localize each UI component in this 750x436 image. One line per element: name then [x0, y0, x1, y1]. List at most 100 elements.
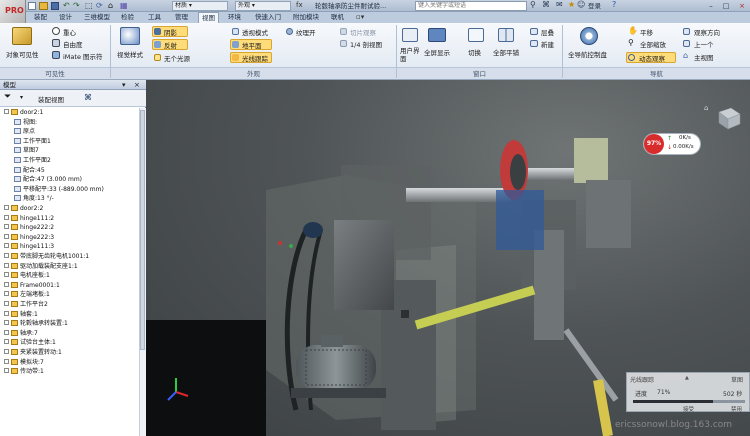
maximize-button[interactable]: □	[720, 1, 732, 11]
lighting-icon[interactable]	[154, 54, 161, 61]
cascade-icon[interactable]	[530, 28, 538, 35]
view-dropdown-arrow-icon[interactable]: ▾	[20, 94, 23, 101]
tab-online[interactable]: 联机	[328, 12, 347, 23]
expand-icon[interactable]	[4, 233, 9, 239]
viewcube-home-icon[interactable]: ⌂	[704, 104, 708, 112]
tree-node[interactable]: 角度:13 °/-	[14, 194, 54, 203]
tree-node[interactable]: 草图7	[14, 146, 39, 155]
pan-button[interactable]: 平移	[640, 27, 653, 37]
object-visibility-button[interactable]: 对象可见性	[6, 49, 39, 59]
ribbon-minimize-icon[interactable]: ▫▾	[356, 13, 364, 21]
quarter-section-icon[interactable]	[340, 40, 347, 47]
tree-node[interactable]: 传动带:1	[4, 367, 44, 376]
tree-node[interactable]: 左端堵板:1	[4, 290, 50, 299]
zoom-all-icon[interactable]: ⚲	[628, 39, 634, 47]
find-binoculars-icon[interactable]: ⌘	[84, 93, 92, 102]
quarter-section-button[interactable]: 1/4 剖视图	[350, 39, 382, 49]
half-section-icon[interactable]	[340, 28, 347, 35]
expand-icon[interactable]	[4, 109, 9, 114]
user-icon[interactable]: ☺	[577, 0, 585, 9]
tree-node[interactable]: hinge222:3	[4, 233, 54, 242]
browser-scroll-thumb[interactable]	[140, 110, 145, 350]
expand-icon[interactable]	[4, 349, 9, 354]
imate-glyph-toggle[interactable]: iMate 图示符	[63, 51, 103, 61]
communication-center-icon[interactable]: ✉	[556, 0, 563, 9]
switch-window-icon[interactable]	[468, 28, 484, 42]
previous-view-button[interactable]: 上一个	[694, 39, 714, 49]
fx-icon[interactable]: fx	[296, 1, 303, 9]
zoom-all-button[interactable]: 全部缩放	[640, 39, 666, 49]
expand-icon[interactable]	[4, 281, 9, 287]
tab-3d-model[interactable]: 三维模型	[81, 12, 113, 23]
expand-icon[interactable]	[4, 310, 9, 316]
update-icon[interactable]: ⟳	[96, 1, 103, 10]
sign-in-link[interactable]: 登录	[588, 0, 601, 12]
expand-icon[interactable]	[4, 339, 9, 345]
center-of-gravity-icon[interactable]	[52, 27, 60, 35]
browser-menu-icon[interactable]: ▾	[122, 80, 126, 90]
tree-node[interactable]: 平移配平:33 (-889.000 mm)	[14, 185, 104, 194]
look-at-icon[interactable]	[683, 28, 690, 35]
imate-icon[interactable]	[52, 51, 60, 59]
perspective-mode-dropdown[interactable]: 透视模式	[242, 27, 268, 37]
close-button[interactable]: ×	[736, 1, 748, 11]
material-dropdown[interactable]: 材质 ▾	[172, 1, 228, 11]
progress-mode[interactable]: 草图	[731, 375, 743, 384]
dof-toggle[interactable]: 自由度	[63, 39, 83, 49]
previous-view-icon[interactable]	[683, 40, 690, 47]
select-icon[interactable]: ⬚	[85, 1, 93, 10]
new-icon[interactable]	[28, 2, 36, 10]
home-view-button[interactable]: 主视图	[694, 52, 714, 62]
binoculars-icon[interactable]: ⌘	[542, 0, 550, 9]
new-window-button[interactable]: 新建	[541, 39, 554, 49]
cascade-button[interactable]: 层叠	[541, 27, 554, 37]
disable-button[interactable]: 禁用	[731, 405, 742, 413]
visual-style-button[interactable]: 视觉样式	[117, 49, 143, 59]
object-visibility-icon[interactable]	[12, 27, 32, 45]
tab-tools[interactable]: 工具	[145, 12, 164, 23]
accept-button[interactable]: 接受	[683, 405, 694, 413]
favorites-icon[interactable]: ★	[568, 0, 575, 9]
tree-node[interactable]: 模拟块:7	[4, 358, 44, 367]
tree-node[interactable]: 工作平面2	[14, 156, 51, 165]
tab-environments[interactable]: 环境	[225, 12, 244, 23]
tree-node[interactable]: 轴承:7	[4, 329, 38, 338]
tree-node[interactable]: hinge111:2	[4, 214, 54, 223]
tree-node[interactable]: 工作平台2	[4, 300, 48, 309]
tree-node[interactable]: hinge111:3	[4, 242, 54, 251]
visual-style-icon[interactable]	[120, 27, 140, 45]
minimize-button[interactable]: –	[705, 1, 717, 11]
tab-design[interactable]: 设计	[56, 12, 75, 23]
expand-icon[interactable]	[4, 253, 9, 258]
appearance-dropdown[interactable]: 外观 ▾	[235, 1, 291, 11]
measure-icon[interactable]: ⌂	[108, 1, 113, 10]
project-icon[interactable]: ▦	[120, 1, 128, 10]
expand-icon[interactable]	[4, 214, 9, 220]
application-menu-button[interactable]: PRO	[0, 0, 26, 24]
tree-node[interactable]: 带底脚无齿轮电机1001:1	[4, 252, 89, 261]
tree-node[interactable]: door2:1	[4, 108, 43, 117]
undo-icon[interactable]: ↶	[63, 1, 70, 10]
user-interface-icon[interactable]	[402, 28, 418, 42]
tab-inspect[interactable]: 检验	[118, 12, 137, 23]
full-navigation-wheel-button[interactable]: 全导航控制盘	[568, 49, 607, 59]
tree-node[interactable]: 配合:45	[14, 166, 45, 175]
ortho-icon[interactable]	[232, 28, 239, 35]
expand-icon[interactable]	[4, 224, 9, 230]
tile-all-button[interactable]: 全部平铺	[493, 47, 519, 57]
assembly-view-dropdown[interactable]: 装配视图	[38, 94, 64, 104]
look-at-button[interactable]: 观察方向	[694, 27, 720, 37]
switch-window-button[interactable]: 切换	[468, 47, 481, 57]
full-screen-button[interactable]: 全屏显示	[424, 47, 450, 57]
tree-node[interactable]: 轮毂轴承转装置:1	[4, 319, 68, 328]
tree-node[interactable]: 夹紧装置转动:1	[4, 348, 62, 357]
full-screen-icon[interactable]	[428, 28, 446, 42]
tree-node[interactable]: door2:2	[4, 204, 43, 213]
expand-icon[interactable]	[4, 272, 9, 278]
tree-node[interactable]: 工作平面1	[14, 137, 51, 146]
help-icon[interactable]: ?	[612, 0, 616, 9]
expand-icon[interactable]	[4, 262, 9, 268]
user-interface-button[interactable]: 用户界面	[400, 47, 420, 63]
pan-icon[interactable]: ✋	[628, 27, 638, 35]
tile-all-icon[interactable]	[498, 28, 514, 42]
